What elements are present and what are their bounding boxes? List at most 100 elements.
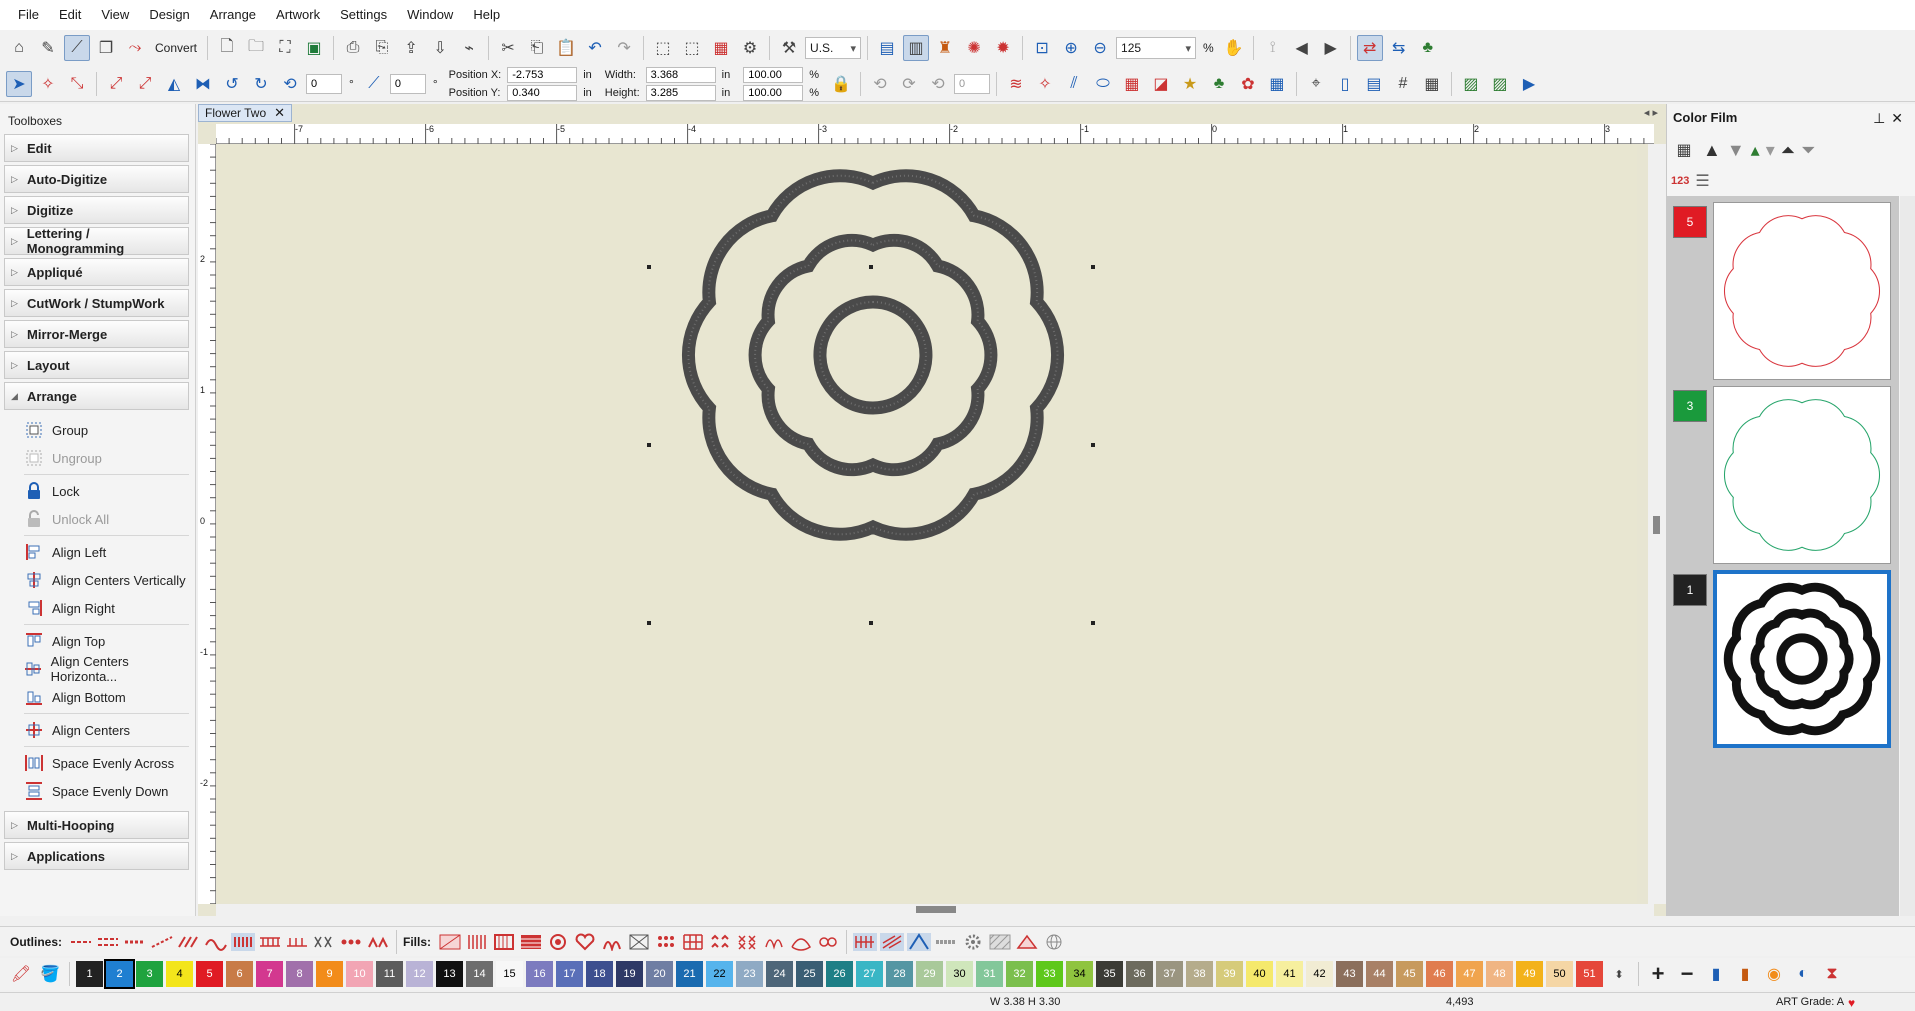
rotate-left-45-icon[interactable]: ↺ <box>219 71 245 97</box>
save-icon[interactable]: ▣ <box>301 35 327 61</box>
previous-icon[interactable]: ◀ <box>1289 35 1315 61</box>
thread-swatch[interactable]: 1 <box>76 961 103 987</box>
fill-cross-icon[interactable] <box>735 933 759 951</box>
stitch-mode-icon[interactable]: ⟋ <box>64 35 90 61</box>
fill-pattern-6-icon[interactable] <box>600 933 624 951</box>
motif-outline-icon[interactable] <box>366 933 390 951</box>
hoop-view-icon[interactable]: ✹ <box>990 35 1016 61</box>
fill-pattern-1-icon[interactable] <box>438 933 462 951</box>
shape-icon[interactable]: ⬭ <box>1090 71 1116 97</box>
fill-pattern-5-icon[interactable] <box>546 933 570 951</box>
rotate-stitch-icon[interactable]: ⟲ <box>925 71 951 97</box>
menu-edit[interactable]: Edit <box>49 0 91 30</box>
thread-swatch[interactable]: 44 <box>1366 961 1393 987</box>
fill-pattern-7-icon[interactable] <box>627 933 651 951</box>
fill-pattern-4-icon[interactable] <box>519 933 543 951</box>
hoop-icon[interactable]: ▯ <box>1332 71 1358 97</box>
width-input[interactable] <box>645 66 716 83</box>
toolbox-applications[interactable]: ▷ Applications <box>4 842 189 870</box>
thread-swatch[interactable]: 11 <box>376 961 403 987</box>
property-length-icon[interactable] <box>934 933 958 951</box>
horizontal-scrollbar[interactable] <box>216 904 1654 916</box>
move-to-top-icon[interactable]: ▲ <box>1703 140 1721 161</box>
star-icon[interactable]: ✧ <box>1032 71 1058 97</box>
tool-align-top[interactable]: Align Top <box>4 627 189 655</box>
menu-settings[interactable]: Settings <box>330 0 397 30</box>
menu-file[interactable]: File <box>8 0 49 30</box>
scale-height-input[interactable] <box>743 84 804 101</box>
optimize-icon[interactable]: ⚙ <box>737 35 763 61</box>
point-edit-icon[interactable]: ✧ <box>35 71 61 97</box>
close-icon[interactable]: ✕ <box>274 105 285 121</box>
ladder-stitch-icon[interactable] <box>258 933 282 951</box>
thread-swatch[interactable]: 45 <box>1396 961 1423 987</box>
toolbox-digitize[interactable]: ▷ Digitize <box>4 196 189 224</box>
stitch-edit-icon[interactable]: ⤡ <box>64 71 90 97</box>
thread-swatch[interactable]: 51 <box>1576 961 1603 987</box>
thread-swatch[interactable]: 32 <box>1006 961 1033 987</box>
select-arrow-icon[interactable]: ➤ <box>6 70 32 97</box>
color-change-icon[interactable]: ⇄ <box>1356 35 1383 61</box>
last-icon[interactable]: ⏷ <box>1801 140 1815 161</box>
home-icon[interactable]: ⌂ <box>6 35 32 61</box>
scale-width-input[interactable] <box>743 66 804 83</box>
rotate-free-icon[interactable]: ⟲ <box>277 71 303 97</box>
position-x-input[interactable] <box>507 66 578 83</box>
browse-icon[interactable]: ⛶ <box>272 35 298 61</box>
thread-chart-icon[interactable]: ▮ <box>1703 961 1729 987</box>
tool-group[interactable]: Group <box>4 416 189 444</box>
color-number-badge[interactable]: 3 <box>1673 390 1707 422</box>
property-ruler-icon[interactable] <box>853 932 878 951</box>
paste-icon[interactable]: 📋 <box>553 35 579 61</box>
tab-scroll-arrows[interactable]: ◂ ▸ <box>1644 106 1658 119</box>
property-density-icon[interactable] <box>880 932 905 951</box>
tool-space-evenly-down[interactable]: Space Evenly Down <box>4 777 189 805</box>
thread-swatch[interactable]: 2 <box>104 959 135 989</box>
thread-swatch[interactable]: 43 <box>1336 961 1363 987</box>
stitch-player-run-icon[interactable]: ▶ <box>1516 71 1542 97</box>
motif-icon[interactable]: ♣ <box>1206 71 1232 97</box>
color-grid-icon[interactable]: ▦ <box>1671 137 1697 163</box>
embroidery-design[interactable] <box>217 145 1637 903</box>
angle-input[interactable] <box>953 73 990 94</box>
thread-swatch[interactable]: 34 <box>1066 961 1093 987</box>
new-file-icon[interactable]: 🗋 <box>214 35 240 61</box>
next-icon[interactable]: ▶ <box>1318 35 1344 61</box>
tool-ungroup[interactable]: Ungroup <box>4 444 189 472</box>
redo-icon[interactable]: ↷ <box>611 35 637 61</box>
thread-swatch[interactable]: 46 <box>1426 961 1453 987</box>
column-stitch-icon[interactable] <box>231 932 256 951</box>
hoop-grid-icon[interactable]: ▤ <box>1361 71 1387 97</box>
bead-stitch-icon[interactable] <box>339 933 363 951</box>
resize-stitch-icon[interactable]: ⤢ <box>132 71 158 97</box>
first-icon[interactable]: ⏶ <box>1781 140 1795 161</box>
move-down-icon[interactable]: ▾ <box>1766 140 1775 161</box>
open-folder-icon[interactable]: 🗀 <box>243 35 269 61</box>
thread-swatch[interactable]: 50 <box>1546 961 1573 987</box>
color-film-entry[interactable]: 1 <box>1671 570 1897 748</box>
toolbox-arrange[interactable]: ◢ Arrange <box>4 382 189 410</box>
color-thumbnail[interactable] <box>1713 386 1891 564</box>
color-film-scrollbar[interactable] <box>1900 196 1915 916</box>
fill-pattern-8-icon[interactable] <box>654 933 678 951</box>
color-thumbnail[interactable] <box>1713 570 1891 748</box>
import-artwork-icon[interactable]: ⬚ <box>679 35 705 61</box>
paint-bucket-icon[interactable]: 🪣 <box>37 961 63 987</box>
thread-swatch[interactable]: 19 <box>616 961 643 987</box>
running-stitch-icon[interactable] <box>69 933 93 951</box>
color-sort-icon[interactable]: ▦ <box>708 35 734 61</box>
thread-swatch[interactable]: 49 <box>1516 961 1543 987</box>
property-angle-icon[interactable] <box>907 932 932 951</box>
add-color-icon[interactable]: + <box>1645 961 1671 987</box>
fabric-icon[interactable]: ▨ <box>1458 71 1484 97</box>
thread-swatch[interactable]: 17 <box>556 961 583 987</box>
thread-swatch[interactable]: 18 <box>586 961 613 987</box>
toolbox-layout[interactable]: ▷ Layout <box>4 351 189 379</box>
slant-degrees-input[interactable] <box>389 73 426 94</box>
list-options-icon[interactable]: ☰ <box>1695 171 1709 191</box>
color-wheel-icon[interactable]: ◉ <box>1761 961 1787 987</box>
close-icon[interactable]: ✕ <box>1891 110 1909 126</box>
toolbox-auto-digitize[interactable]: ▷ Auto-Digitize <box>4 165 189 193</box>
triple-stitch-icon[interactable] <box>96 933 120 951</box>
property-fill-icon[interactable] <box>1015 933 1039 951</box>
